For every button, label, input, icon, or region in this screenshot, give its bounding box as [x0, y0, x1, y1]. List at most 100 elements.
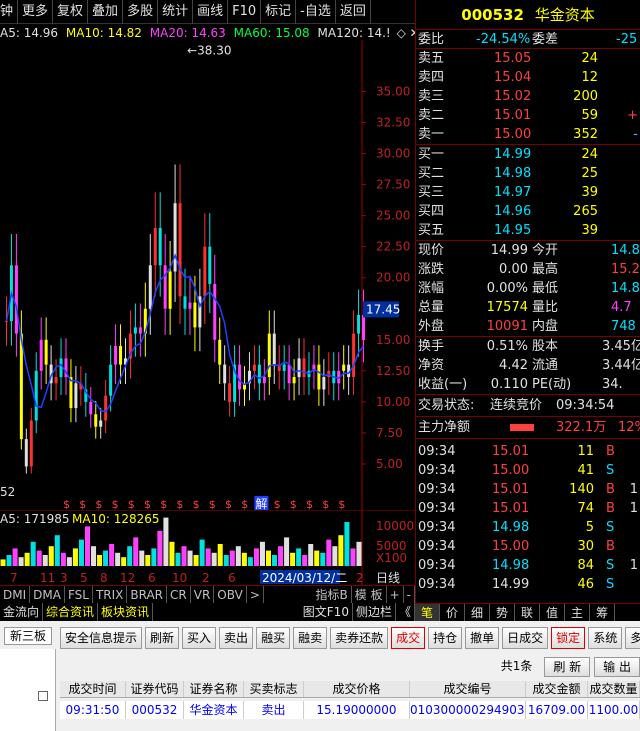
bid-row[interactable]: 买一 14.99 24	[416, 145, 640, 164]
indicator-tab-1[interactable]: DMA	[30, 586, 65, 603]
dividend-marker[interactable]: $	[241, 498, 248, 510]
dividend-marker[interactable]: $	[193, 498, 200, 510]
dividend-marker[interactable]: $	[112, 498, 119, 510]
trade-button-2[interactable]: 买入	[182, 627, 217, 649]
indicator-tab-5[interactable]: CR	[167, 586, 191, 603]
trade-button-6[interactable]: 卖券还款	[330, 627, 389, 649]
dividend-marker[interactable]: $	[144, 498, 151, 510]
trade-button-7[interactable]: 成交	[391, 627, 426, 649]
dividend-marker[interactable]: $	[128, 498, 135, 510]
indicator-tab-11[interactable]: +	[387, 586, 404, 603]
ask-row[interactable]: 卖五 15.05 24	[416, 49, 640, 68]
toolbar-item-4[interactable]: 多股	[123, 0, 159, 24]
quote-tab-6[interactable]: 主	[565, 604, 590, 621]
volume-chart[interactable]: A5: 171985 MA10: 128265 100005000X1007 11 3 5…	[0, 510, 415, 585]
dividend-marker[interactable]: $	[306, 498, 313, 510]
quote-tab-0[interactable]: 笔	[415, 604, 440, 621]
dividend-marker[interactable]: $	[209, 498, 216, 510]
trade-button-1[interactable]: 刷新	[145, 627, 180, 649]
refresh-button[interactable]: 刷 新	[544, 657, 591, 677]
indicator-tab-4[interactable]: BRAR	[127, 586, 168, 603]
indicator-tab-12[interactable]: -	[404, 586, 415, 603]
row-checkbox[interactable]	[38, 691, 48, 701]
dividend-marker[interactable]: $	[274, 498, 281, 510]
column-header[interactable]: 证券代码	[126, 681, 184, 697]
dividend-marker[interactable]: $	[95, 498, 102, 510]
export-button[interactable]: 输 出	[594, 657, 640, 677]
indicator-tab-7[interactable]: OBV	[214, 586, 247, 603]
ask-row[interactable]: 卖三 15.02 200	[416, 87, 640, 106]
indicator-tab-8[interactable]: >	[247, 586, 264, 603]
trade-button-11[interactable]: 锁定	[551, 627, 586, 649]
toolbar-item-9[interactable]: -自选	[296, 0, 336, 24]
quote-tab-4[interactable]: 联	[515, 604, 540, 621]
ask-row[interactable]: 卖二 15.01 59 +	[416, 106, 640, 125]
column-header[interactable]: 成交数量	[588, 681, 640, 697]
toolbar-item-1[interactable]: 更多	[18, 0, 54, 24]
trade-button-9[interactable]: 撤单	[465, 627, 500, 649]
quote-tab-5[interactable]: 值	[540, 604, 565, 621]
indicator-tab-0[interactable]: DMI	[0, 586, 31, 603]
column-header[interactable]: 成交价格	[304, 681, 410, 697]
dividend-marker[interactable]: $	[63, 498, 70, 510]
settings-diamond-icon[interactable]: ◇	[397, 26, 406, 40]
bottom-tab-4[interactable]: 侧边栏	[353, 603, 396, 621]
bid-row[interactable]: 买五 14.95 39	[416, 221, 640, 240]
trade-button-10[interactable]: 日成交	[502, 627, 549, 649]
bottom-tab-5[interactable]: 《	[396, 603, 415, 621]
toolbar-item-5[interactable]: 统计	[158, 0, 194, 24]
toolbar-item-7[interactable]: F10	[228, 0, 262, 24]
column-header[interactable]: 买卖标志	[244, 681, 304, 697]
volume-bar	[241, 552, 247, 566]
toolbar-item-2[interactable]: 复权	[53, 0, 89, 24]
quote-tab-7[interactable]: 筹	[590, 604, 615, 621]
trade-button-3[interactable]: 卖出	[219, 627, 254, 649]
bottom-tab-1[interactable]: 综合资讯	[43, 603, 99, 621]
trade-button-13[interactable]: 多帐号	[625, 627, 640, 649]
quote-tab-3[interactable]: 势	[490, 604, 515, 621]
bottom-tab-2[interactable]: 板块资讯	[98, 603, 154, 621]
trade-button-12[interactable]: 系统	[588, 627, 623, 649]
quote-tab-2[interactable]: 细	[465, 604, 490, 621]
trade-button-4[interactable]: 融买	[256, 627, 291, 649]
bottom-tab-3[interactable]: 图文F10	[300, 603, 353, 621]
dividend-marker[interactable]: $	[338, 498, 345, 510]
toolbar-item-6[interactable]: 画线	[193, 0, 229, 24]
indicator-tab-10[interactable]: 模 板	[352, 586, 387, 603]
volume-bar	[157, 530, 163, 566]
ask-row[interactable]: 卖四 15.04 12	[416, 68, 640, 87]
toolbar-item-0[interactable]: 钟	[0, 0, 19, 24]
candle-body	[252, 364, 256, 371]
indicator-tab-2[interactable]: FSL	[65, 586, 93, 603]
column-header[interactable]: 成交编号	[410, 681, 526, 697]
dividend-marker[interactable]: $	[225, 498, 232, 510]
candlestick-chart[interactable]: 35.00 32.50 30.00 27.50 25.00 22.50 20.00 15.00…	[0, 40, 415, 510]
stat-label: 换手	[418, 339, 445, 354]
quote-tab-1[interactable]: 价	[440, 604, 465, 621]
dividend-marker[interactable]: $	[322, 498, 329, 510]
stat-value: 0.51%	[486, 339, 528, 354]
dividend-marker[interactable]: $	[160, 498, 167, 510]
toolbar-item-10[interactable]: 返回	[336, 0, 371, 24]
table-row[interactable]: 09:31:50 000532 华金资本 卖出 15.19000000 010300000…	[60, 701, 640, 719]
dividend-marker[interactable]: $	[176, 498, 183, 510]
toolbar-item-8[interactable]: 标记	[261, 0, 297, 24]
column-header[interactable]: 证券名称	[184, 681, 244, 697]
indicator-tab-9[interactable]: 指标B	[313, 586, 352, 603]
bid-row[interactable]: 买三 14.97 39	[416, 183, 640, 202]
ask-row[interactable]: 卖一 15.00 352 -	[416, 125, 640, 144]
bid-row[interactable]: 买四 14.96 265	[416, 202, 640, 221]
trade-button-5[interactable]: 融卖	[293, 627, 328, 649]
dividend-marker[interactable]: $	[79, 498, 86, 510]
indicator-tab-6[interactable]: VR	[191, 586, 215, 603]
neeq-tab[interactable]: 新三板	[4, 627, 52, 645]
indicator-tab-3[interactable]: TRIX	[93, 586, 128, 603]
trade-button-8[interactable]: 持仓	[428, 627, 463, 649]
toolbar-item-3[interactable]: 叠加	[88, 0, 124, 24]
trade-button-0[interactable]: 安全信息提示	[60, 627, 143, 649]
column-header[interactable]: 成交金额	[526, 681, 588, 697]
dividend-marker[interactable]: $	[290, 498, 297, 510]
bottom-tab-0[interactable]: 金流向	[0, 603, 44, 621]
bid-row[interactable]: 买二 14.98 25	[416, 164, 640, 183]
column-header[interactable]: 成交时间	[60, 681, 126, 697]
